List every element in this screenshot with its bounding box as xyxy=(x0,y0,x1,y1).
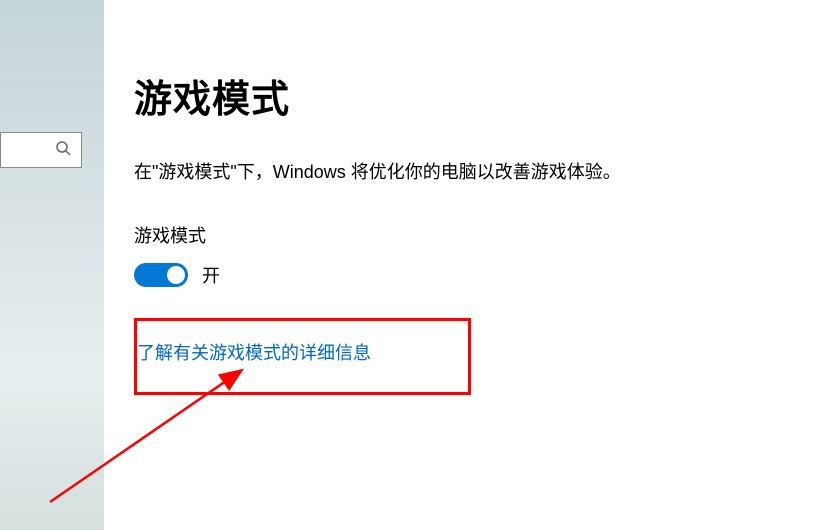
game-mode-toggle[interactable] xyxy=(134,263,188,287)
main-content: 游戏模式 在"游戏模式"下，Windows 将优化你的电脑以改善游戏体验。 游戏… xyxy=(134,0,836,395)
search-input[interactable] xyxy=(0,132,82,168)
toggle-knob xyxy=(167,266,185,284)
toggle-row: 开 xyxy=(134,262,836,288)
page-description: 在"游戏模式"下，Windows 将优化你的电脑以改善游戏体验。 xyxy=(134,159,836,186)
sidebar-panel xyxy=(0,0,104,530)
learn-more-link[interactable]: 了解有关游戏模式的详细信息 xyxy=(137,343,371,363)
annotation-highlight-box: 了解有关游戏模式的详细信息 xyxy=(134,318,471,395)
page-title: 游戏模式 xyxy=(134,68,836,123)
search-icon xyxy=(55,140,71,161)
toggle-label: 游戏模式 xyxy=(134,222,836,248)
toggle-state-label: 开 xyxy=(202,262,220,288)
